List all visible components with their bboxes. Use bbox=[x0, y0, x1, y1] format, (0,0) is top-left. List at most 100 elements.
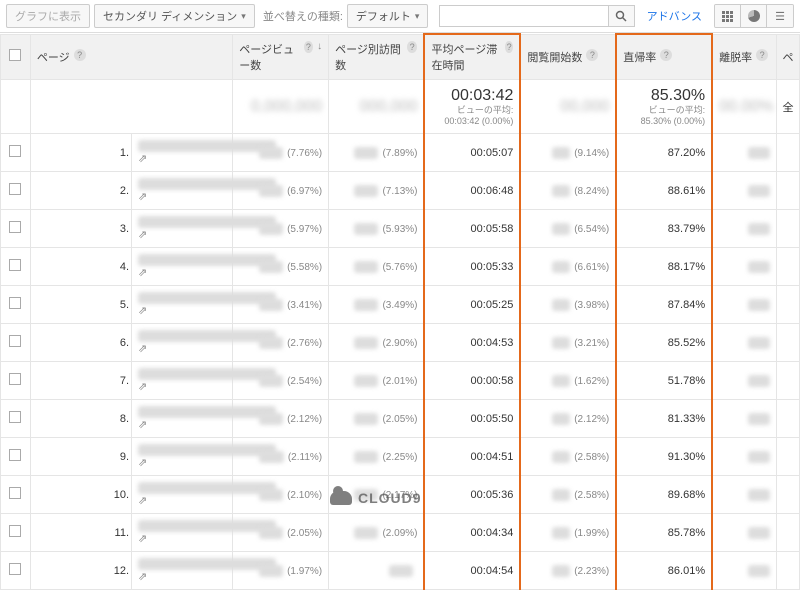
row-index: 1. bbox=[30, 134, 131, 172]
external-link-icon[interactable]: ⇗ bbox=[138, 267, 147, 279]
search-input[interactable] bbox=[439, 5, 609, 27]
external-link-icon[interactable]: ⇗ bbox=[138, 153, 147, 165]
blurred-value: 000 bbox=[552, 185, 570, 197]
row-checkbox[interactable] bbox=[1, 210, 31, 248]
cell-page[interactable]: xxxxxxxxxxxxxxxxxxxxxxxxx ⇗ bbox=[132, 324, 233, 362]
blurred-value: 000 bbox=[552, 375, 570, 387]
sort-type-label: 並べ替えの種類: bbox=[263, 8, 343, 24]
blurred-value: 0000 bbox=[354, 527, 378, 539]
blurred-value: 0000 bbox=[354, 223, 378, 235]
cell-exit-rate: 00.0 bbox=[712, 476, 776, 514]
cell-unique-pageviews: 0000(2.09%) bbox=[329, 514, 425, 552]
cell-entrances: 000(8.24%) bbox=[520, 172, 616, 210]
cell-page[interactable]: xxxxxxxxxxxxxxxxxxxxxxxxx ⇗ bbox=[132, 438, 233, 476]
external-link-icon[interactable]: ⇗ bbox=[138, 571, 147, 583]
blurred-page-path: xxxxxxxxxxxxxxxxxxxxxxxxx bbox=[138, 368, 276, 380]
cell-page[interactable]: xxxxxxxxxxxxxxxxxxxxxxxxx ⇗ bbox=[132, 210, 233, 248]
view-table-button[interactable] bbox=[715, 5, 741, 27]
external-link-icon[interactable]: ⇗ bbox=[138, 191, 147, 203]
row-checkbox[interactable] bbox=[1, 362, 31, 400]
cell-page[interactable]: xxxxxxxxxxxxxxxxxxxxxxxxx ⇗ bbox=[132, 134, 233, 172]
row-checkbox[interactable] bbox=[1, 438, 31, 476]
checkbox-icon bbox=[9, 145, 21, 157]
cell-page[interactable]: xxxxxxxxxxxxxxxxxxxxxxxxx ⇗ bbox=[132, 476, 233, 514]
cell-entrances: 000(1.62%) bbox=[520, 362, 616, 400]
external-link-icon[interactable]: ⇗ bbox=[138, 229, 147, 241]
blurred-value: 000 bbox=[552, 451, 570, 463]
row-checkbox[interactable] bbox=[1, 476, 31, 514]
show-in-graph-button[interactable]: グラフに表示 bbox=[6, 4, 90, 28]
view-pie-button[interactable] bbox=[741, 5, 767, 27]
header-page[interactable]: ページ? bbox=[30, 34, 232, 80]
cell-page[interactable]: xxxxxxxxxxxxxxxxxxxxxxxxx ⇗ bbox=[132, 552, 233, 590]
help-icon[interactable]: ? bbox=[74, 49, 86, 61]
cell-avg-time: 00:05:58 bbox=[424, 210, 520, 248]
header-page-value[interactable]: ペ bbox=[776, 34, 799, 80]
view-bar-button[interactable]: ☰ bbox=[767, 5, 793, 27]
header-exit-rate[interactable]: 離脱率? bbox=[712, 34, 776, 80]
view-mode-group: ☰ bbox=[714, 4, 794, 28]
blurred-page-path: xxxxxxxxxxxxxxxxxxxxxxxxx bbox=[138, 482, 276, 494]
header-entrances[interactable]: 閲覧開始数? bbox=[520, 34, 616, 80]
help-icon[interactable]: ? bbox=[304, 41, 313, 53]
cell-bounce-rate: 87.20% bbox=[616, 134, 712, 172]
cell-exit-rate: 00.0 bbox=[712, 552, 776, 590]
external-link-icon[interactable]: ⇗ bbox=[138, 305, 147, 317]
row-checkbox[interactable] bbox=[1, 172, 31, 210]
external-link-icon[interactable]: ⇗ bbox=[138, 533, 147, 545]
header-pageviews[interactable]: ページビュー数?↓ bbox=[233, 34, 329, 80]
external-link-icon[interactable]: ⇗ bbox=[138, 343, 147, 355]
cell-page-value bbox=[776, 324, 799, 362]
cell-page[interactable]: xxxxxxxxxxxxxxxxxxxxxxxxx ⇗ bbox=[132, 172, 233, 210]
cell-page[interactable]: xxxxxxxxxxxxxxxxxxxxxxxxx ⇗ bbox=[132, 400, 233, 438]
advanced-link[interactable]: アドバンス bbox=[647, 8, 702, 24]
table-icon bbox=[722, 11, 733, 22]
cell-page[interactable]: xxxxxxxxxxxxxxxxxxxxxxxxx ⇗ bbox=[132, 514, 233, 552]
checkbox-icon bbox=[9, 183, 21, 195]
sort-type-dropdown[interactable]: デフォルト ▾ bbox=[347, 4, 429, 28]
external-link-icon[interactable]: ⇗ bbox=[138, 457, 147, 469]
row-checkbox[interactable] bbox=[1, 134, 31, 172]
blurred-value: 000 bbox=[552, 147, 570, 159]
cell-page[interactable]: xxxxxxxxxxxxxxxxxxxxxxxxx ⇗ bbox=[132, 248, 233, 286]
blurred-value: 000 bbox=[552, 527, 570, 539]
row-checkbox[interactable] bbox=[1, 400, 31, 438]
toolbar: グラフに表示 セカンダリ ディメンション ▾ 並べ替えの種類: デフォルト ▾ … bbox=[0, 0, 800, 33]
table-row: 11.xxxxxxxxxxxxxxxxxxxxxxxxx ⇗0000(2.05%… bbox=[1, 514, 800, 552]
external-link-icon[interactable]: ⇗ bbox=[138, 381, 147, 393]
row-index: 8. bbox=[30, 400, 131, 438]
cell-page[interactable]: xxxxxxxxxxxxxxxxxxxxxxxxx ⇗ bbox=[132, 286, 233, 324]
help-icon[interactable]: ? bbox=[660, 49, 672, 61]
blurred-page-path: xxxxxxxxxxxxxxxxxxxxxxxxx bbox=[138, 558, 276, 570]
help-icon[interactable]: ? bbox=[586, 49, 598, 61]
header-avg-time[interactable]: 平均ページ滞在時間? bbox=[424, 34, 520, 80]
help-icon[interactable]: ? bbox=[407, 41, 418, 53]
cell-unique-pageviews: 0000(2.01%) bbox=[329, 362, 425, 400]
row-checkbox[interactable] bbox=[1, 552, 31, 590]
external-link-icon[interactable]: ⇗ bbox=[138, 495, 147, 507]
checkbox-icon bbox=[9, 259, 21, 271]
checkbox-icon bbox=[9, 563, 21, 575]
cell-avg-time: 00:04:34 bbox=[424, 514, 520, 552]
checkbox-icon bbox=[9, 411, 21, 423]
search-button[interactable] bbox=[609, 5, 635, 27]
row-checkbox[interactable] bbox=[1, 324, 31, 362]
help-icon[interactable]: ? bbox=[505, 41, 513, 53]
cell-avg-time: 00:00:58 bbox=[424, 362, 520, 400]
row-index: 9. bbox=[30, 438, 131, 476]
external-link-icon[interactable]: ⇗ bbox=[138, 419, 147, 431]
blurred-value: 0000 bbox=[259, 565, 283, 577]
cell-bounce-rate: 87.84% bbox=[616, 286, 712, 324]
table-row: 1.xxxxxxxxxxxxxxxxxxxxxxxxx ⇗0000(7.76%)… bbox=[1, 134, 800, 172]
cell-unique-pageviews: 0000(2.25%) bbox=[329, 438, 425, 476]
blurred-value: 0000 bbox=[389, 565, 413, 577]
row-checkbox[interactable] bbox=[1, 286, 31, 324]
header-unique-pageviews[interactable]: ページ別訪問数? bbox=[329, 34, 425, 80]
header-checkbox[interactable] bbox=[1, 34, 31, 80]
cell-page[interactable]: xxxxxxxxxxxxxxxxxxxxxxxxx ⇗ bbox=[132, 362, 233, 400]
help-icon[interactable]: ? bbox=[756, 49, 768, 61]
row-checkbox[interactable] bbox=[1, 248, 31, 286]
header-bounce-rate[interactable]: 直帰率? bbox=[616, 34, 712, 80]
secondary-dimension-dropdown[interactable]: セカンダリ ディメンション ▾ bbox=[94, 4, 255, 28]
row-checkbox[interactable] bbox=[1, 514, 31, 552]
